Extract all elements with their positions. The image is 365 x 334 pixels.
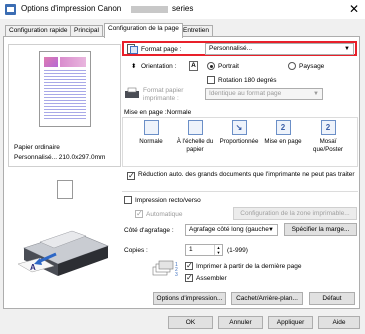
divider bbox=[122, 191, 358, 192]
copies-value: 1 bbox=[189, 246, 193, 253]
media-type-text: Papier ordinaire bbox=[14, 144, 60, 151]
window-title-suffix: series bbox=[172, 4, 194, 13]
layout-normal-item[interactable]: Normale bbox=[129, 120, 173, 146]
stapling-side-value: Agrafage côté long (gauche bbox=[189, 226, 269, 233]
page-preview bbox=[39, 51, 91, 127]
svg-text:3: 3 bbox=[175, 272, 178, 278]
copies-stack-icon: 1 2 3 bbox=[152, 260, 178, 278]
paper-icon bbox=[57, 180, 73, 199]
format-page-label: Format page : bbox=[141, 46, 182, 53]
title-bar: Options d'impression Canon series ✕ bbox=[0, 0, 365, 19]
scaled-layout-icon: ↘ bbox=[231, 120, 247, 135]
auto-reduce-checkbox[interactable] bbox=[127, 171, 135, 181]
ok-button[interactable]: OK bbox=[168, 316, 213, 329]
orientation-label: Orientation : bbox=[141, 63, 177, 70]
close-icon[interactable]: ✕ bbox=[349, 2, 359, 16]
chevron-down-icon: ▼ bbox=[268, 227, 274, 233]
format-page-value: Personnalisé... bbox=[209, 45, 252, 52]
print-from-last-page-label: Imprimer à partir de la dernière page bbox=[196, 263, 302, 270]
orientation-arrow-icon: ⬍ bbox=[131, 63, 137, 70]
printer-app-icon bbox=[5, 4, 16, 15]
stapling-side-select[interactable]: Agrafage côté long (gauche ▼ bbox=[185, 224, 278, 236]
printer-paper-icon bbox=[125, 87, 139, 98]
specify-margin-button[interactable]: Spécifier la marge... bbox=[284, 223, 357, 236]
print-area-setup-button[interactable]: Configuration de la zone imprimable... bbox=[233, 207, 357, 220]
apply-button[interactable]: Appliquer bbox=[268, 316, 313, 329]
svg-text:A: A bbox=[30, 263, 36, 272]
print-options-button[interactable]: Options d'impression... bbox=[153, 292, 226, 305]
stapling-side-label: Côté d'agrafage : bbox=[124, 227, 174, 234]
rotate-180-checkbox[interactable] bbox=[207, 76, 215, 84]
duplex-label: Impression recto/verso bbox=[135, 197, 201, 204]
preview-image bbox=[44, 57, 58, 67]
cancel-button[interactable]: Annuler bbox=[218, 316, 263, 329]
layout-poster-label: Mosaï que/Poster bbox=[313, 138, 343, 153]
page-layout-label: Mise en page :Normale bbox=[124, 109, 192, 116]
media-info: Papier ordinaire Personnalisé... 210.0x2… bbox=[14, 143, 119, 163]
rotate-180-label: Rotation 180 degrés bbox=[218, 77, 277, 84]
printer-paper-format-select[interactable]: Identique au format page ▼ bbox=[205, 88, 323, 100]
window-title: Options d'impression Canon bbox=[21, 4, 122, 13]
normal-layout-icon bbox=[143, 120, 159, 135]
layout-normal-label: Normale bbox=[139, 138, 163, 145]
stepper-arrows-icon[interactable]: ▲ ▼ bbox=[214, 245, 222, 255]
format-page-select[interactable]: Personnalisé... ▼ bbox=[205, 43, 354, 55]
landscape-label: Paysage bbox=[299, 63, 325, 70]
printer-illustration-icon: A bbox=[17, 230, 109, 276]
collate-label: Assembler bbox=[196, 275, 227, 282]
copies-label: Copies : bbox=[124, 247, 148, 254]
preview-image-2 bbox=[60, 57, 86, 67]
tab-page-setup[interactable]: Configuration de la page bbox=[104, 23, 183, 38]
print-from-last-page-checkbox[interactable] bbox=[185, 261, 193, 271]
help-button[interactable]: Aide bbox=[318, 316, 360, 329]
automatic-checkbox[interactable] bbox=[135, 209, 143, 219]
page-layout-icon: 2 bbox=[275, 120, 291, 135]
layout-fit-label: À l'échelle du papier bbox=[176, 138, 214, 153]
automatic-label: Automatique bbox=[146, 211, 183, 218]
copies-range: (1-999) bbox=[227, 247, 248, 254]
layout-fit-item[interactable]: À l'échelle du papier bbox=[173, 120, 217, 154]
page-format-icon bbox=[127, 44, 138, 54]
layout-scaled-label: Proportionnée bbox=[219, 138, 259, 145]
chevron-down-icon: ▼ bbox=[344, 46, 350, 52]
layout-page-layout-item[interactable]: 2 Mise en page bbox=[261, 120, 305, 146]
layout-page-layout-label: Mise en page bbox=[264, 138, 302, 145]
copies-stepper[interactable]: 1 ▲ ▼ bbox=[185, 244, 223, 256]
collate-checkbox[interactable] bbox=[185, 273, 193, 283]
portrait-radio[interactable] bbox=[207, 62, 215, 70]
chevron-down-icon: ▼ bbox=[313, 91, 319, 97]
auto-reduce-label: Réduction auto. des grands documents que… bbox=[138, 171, 355, 178]
tiling-poster-icon: 2 bbox=[320, 120, 336, 135]
layout-poster-item[interactable]: 2 Mosaï que/Poster bbox=[306, 120, 350, 154]
printer-paper-format-label-2: imprimante : bbox=[143, 95, 179, 102]
fit-to-page-icon bbox=[187, 120, 203, 135]
defaults-button[interactable]: Défaut bbox=[309, 292, 355, 305]
orientation-preview-icon: A bbox=[189, 61, 198, 71]
duplex-checkbox[interactable] bbox=[124, 196, 132, 204]
layout-scaled-item[interactable]: ↘ Proportionnée bbox=[217, 120, 261, 146]
portrait-label: Portrait bbox=[218, 63, 239, 70]
printer-paper-format-value: Identique au format page bbox=[209, 90, 282, 97]
paper-size-text: Personnalisé... 210.0x297.0mm bbox=[14, 154, 106, 161]
stamp-background-button[interactable]: Cachet/Arrière-plan... bbox=[231, 292, 303, 305]
landscape-radio[interactable] bbox=[288, 62, 296, 70]
redacted-model-name bbox=[131, 6, 168, 13]
